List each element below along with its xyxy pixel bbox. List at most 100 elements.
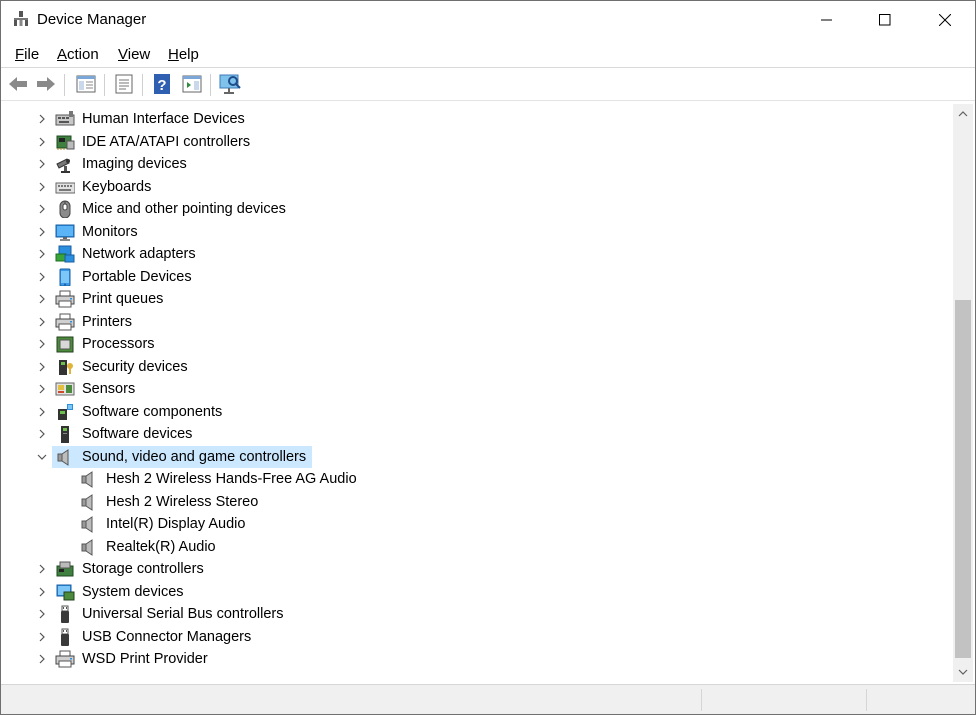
speaker-icon [81, 516, 93, 533]
tree-category[interactable]: Keyboards [3, 176, 943, 198]
chevron-down-icon [958, 669, 968, 675]
chevron-right-icon[interactable] [35, 630, 49, 644]
chevron-down-icon[interactable] [35, 450, 49, 464]
tree-category[interactable]: Imaging devices [3, 153, 943, 175]
tree-category[interactable]: IDE ATA/ATAPI controllers [3, 131, 943, 153]
scroll-up-button[interactable] [953, 104, 973, 124]
vertical-scrollbar[interactable] [953, 104, 973, 682]
close-icon [939, 14, 951, 26]
show-hide-console-tree-icon [76, 75, 96, 93]
software-device-icon [61, 426, 69, 443]
tree-device[interactable]: Realtek(R) Audio [3, 536, 943, 558]
help-button[interactable]: ? [150, 72, 174, 96]
tree-category-label: Portable Devices [82, 268, 192, 285]
tree-category-label: System devices [82, 583, 184, 600]
toolbar-separator [210, 74, 211, 96]
chevron-right-icon[interactable] [35, 180, 49, 194]
tree-category[interactable]: Processors [3, 333, 943, 355]
device-manager-window: Device Manager File Action View Help ? H… [0, 0, 976, 715]
chevron-right-icon[interactable] [35, 652, 49, 666]
tree-device[interactable]: Hesh 2 Wireless Hands-Free AG Audio [3, 468, 943, 490]
tree-category-label: Security devices [82, 358, 188, 375]
tree-category-label: Keyboards [82, 178, 152, 195]
chevron-right-icon[interactable] [35, 382, 49, 396]
tree-category-label: Imaging devices [82, 156, 187, 172]
tree-category[interactable]: Storage controllers [3, 558, 943, 580]
tree-category-label: Storage controllers [82, 561, 204, 577]
chevron-right-icon[interactable] [35, 247, 49, 261]
tree-category[interactable]: Print queues [3, 288, 943, 310]
maximize-button[interactable] [856, 1, 914, 39]
toolbar-separator [104, 74, 105, 96]
tree-device[interactable]: Intel(R) Display Audio [3, 513, 943, 535]
forward-button[interactable] [34, 72, 58, 96]
printer-icon [55, 650, 75, 668]
tree-category[interactable]: Software devices [3, 423, 943, 445]
chevron-right-icon[interactable] [35, 292, 49, 306]
tree-device-label: Intel(R) Display Audio [106, 516, 246, 532]
tree-category-label: Mice and other pointing devices [82, 201, 286, 217]
tree-category[interactable]: Mice and other pointing devices [3, 198, 943, 220]
tree-device[interactable]: Hesh 2 Wireless Stereo [3, 491, 943, 513]
menu-file[interactable]: File [15, 46, 39, 63]
chevron-right-icon[interactable] [35, 585, 49, 599]
tree-category[interactable]: Security devices [3, 356, 943, 378]
action-pane-button[interactable] [180, 72, 204, 96]
forward-arrow-icon [37, 77, 55, 91]
chevron-right-icon[interactable] [35, 157, 49, 171]
tree-category[interactable]: WSD Print Provider [3, 648, 943, 670]
mouse-icon [59, 200, 71, 218]
ide-controller-icon [56, 135, 75, 150]
security-device-icon [59, 359, 73, 375]
tree-category[interactable]: USB Connector Managers [3, 626, 943, 648]
tree-category[interactable]: Monitors [3, 221, 943, 243]
chevron-right-icon[interactable] [35, 112, 49, 126]
tree-category-label: Human Interface Devices [82, 111, 245, 127]
status-bar [1, 684, 975, 714]
chevron-right-icon[interactable] [35, 337, 49, 351]
chevron-right-icon[interactable] [35, 607, 49, 621]
tree-category[interactable]: Printers [3, 311, 943, 333]
speaker-icon [81, 493, 93, 511]
chevron-right-icon[interactable] [35, 562, 49, 576]
scrollbar-thumb[interactable] [955, 300, 971, 658]
chevron-right-icon[interactable] [35, 360, 49, 374]
tree-category[interactable]: System devices [3, 581, 943, 603]
usb-icon [61, 628, 69, 646]
chevron-right-icon[interactable] [35, 270, 49, 284]
tree-category-label: Printers [82, 313, 132, 330]
help-icon: ? [154, 74, 170, 94]
title-bar[interactable]: Device Manager [1, 1, 975, 39]
tree-category[interactable]: Network adapters [3, 243, 943, 265]
menu-view[interactable]: View [118, 46, 150, 63]
close-button[interactable] [916, 1, 974, 39]
properties-button[interactable] [112, 72, 136, 96]
back-button[interactable] [6, 72, 30, 96]
tree-category-label: Monitors [82, 223, 138, 240]
tree-category[interactable]: Human Interface Devices [3, 108, 943, 130]
tree-category[interactable]: Universal Serial Bus controllers [3, 603, 943, 625]
chevron-right-icon[interactable] [35, 225, 49, 239]
tree-category[interactable]: Sound, video and game controllers [3, 445, 943, 468]
tree-category-label: Print queues [82, 291, 164, 307]
menu-action[interactable]: Action [57, 46, 99, 63]
chevron-right-icon[interactable] [35, 202, 49, 216]
minimize-button[interactable] [798, 1, 856, 39]
toolbar-separator [142, 74, 143, 96]
scan-hardware-button[interactable] [218, 72, 242, 96]
tree-category[interactable]: Sensors [3, 378, 943, 400]
scroll-down-button[interactable] [953, 662, 973, 682]
show-hide-console-tree-button[interactable] [74, 72, 98, 96]
keyboard-icon [55, 182, 75, 193]
hid-icon [55, 111, 75, 126]
tree-category[interactable]: Portable Devices [3, 266, 943, 288]
tree-category-label: Processors [82, 336, 155, 352]
tree-category[interactable]: Software components [3, 401, 943, 423]
chevron-up-icon [958, 111, 968, 117]
chevron-right-icon[interactable] [35, 405, 49, 419]
chevron-right-icon[interactable] [35, 135, 49, 149]
device-tree[interactable]: Human Interface Devices IDE ATA/ATAPI con… [3, 104, 951, 682]
chevron-right-icon[interactable] [35, 315, 49, 329]
chevron-right-icon[interactable] [35, 427, 49, 441]
menu-help[interactable]: Help [168, 46, 199, 63]
